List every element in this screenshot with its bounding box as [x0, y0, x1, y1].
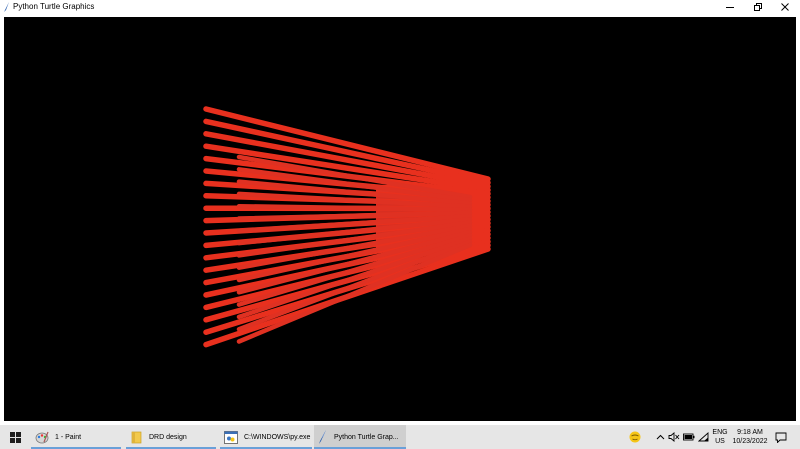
turtle-feather-icon: [319, 430, 326, 444]
windows-logo-icon: [9, 431, 21, 443]
tray-emoji-button[interactable]: [627, 425, 643, 449]
python-console-icon: [224, 430, 238, 444]
minimize-button[interactable]: [715, 0, 745, 14]
feather-icon: [4, 2, 9, 12]
taskbar-item-paint[interactable]: 1 - Paint: [31, 425, 121, 449]
close-icon: [781, 3, 789, 11]
clock-time: 9:18 AM: [737, 429, 763, 436]
title-bar[interactable]: Python Turtle Graphics: [0, 0, 800, 14]
close-button[interactable]: [770, 0, 800, 14]
turtle-canvas[interactable]: [4, 17, 796, 421]
language-code: ENG: [712, 429, 728, 436]
notification-icon: [775, 432, 787, 443]
action-center-button[interactable]: [772, 425, 790, 449]
taskbar-item-py-exe[interactable]: C:\WINDOWS\py.exe: [220, 425, 312, 449]
region-code: US: [715, 438, 725, 445]
clock[interactable]: 9:18 AM 10/23/2022: [731, 428, 769, 446]
show-hidden-icons-button[interactable]: [654, 425, 666, 449]
paint-icon: [35, 431, 49, 444]
taskbar-item-label: Python Turtle Grap...: [334, 433, 399, 441]
restore-icon: [754, 3, 762, 11]
emoji-icon: [629, 431, 641, 443]
speaker-muted-icon: [668, 432, 680, 442]
start-button[interactable]: [0, 425, 30, 449]
chevron-up-icon: [656, 434, 664, 440]
wifi-icon: [698, 432, 709, 442]
taskbar-item-label: DRD design: [149, 433, 187, 441]
turtle-window: Python Turtle Graphics: [0, 0, 800, 425]
volume-button[interactable]: [667, 425, 681, 449]
taskbar: 1 - Paint DRD design C:\WINDOWS\py.exe P…: [0, 425, 800, 449]
minimize-icon: [726, 7, 734, 8]
battery-button[interactable]: [682, 425, 696, 449]
network-button[interactable]: [697, 425, 710, 449]
canvas-frame: [2, 15, 798, 423]
taskbar-item-label: C:\WINDOWS\py.exe: [244, 433, 311, 441]
taskbar-item-drd-design[interactable]: DRD design: [126, 425, 216, 449]
maximize-button[interactable]: [743, 0, 773, 14]
clock-date: 10/23/2022: [732, 438, 768, 445]
taskbar-item-label: 1 - Paint: [55, 433, 82, 441]
battery-charging-icon: [683, 433, 695, 441]
folder-icon: [131, 431, 142, 443]
taskbar-item-turtle-graphics[interactable]: Python Turtle Grap...: [314, 425, 406, 449]
input-language-indicator[interactable]: ENG US: [711, 428, 729, 446]
turtle-drawing: [203, 106, 491, 348]
window-title: Python Turtle Graphics: [13, 2, 95, 11]
